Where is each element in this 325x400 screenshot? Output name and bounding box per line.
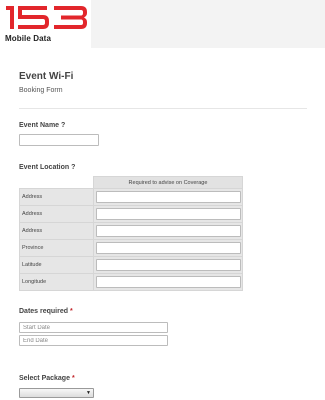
end-date-input[interactable]: [19, 335, 168, 346]
province-input[interactable]: [96, 242, 241, 254]
event-name-label: Event Name ?: [19, 122, 66, 129]
header: Mobile Data: [0, 0, 325, 48]
event-location-label: Event Location ?: [19, 164, 76, 171]
address-1-input[interactable]: [96, 191, 241, 203]
longitude-input[interactable]: [96, 276, 241, 288]
table-row: Province: [19, 239, 243, 257]
dates-required-text: Dates required: [19, 308, 69, 315]
row-label-latitude: Latitude: [19, 256, 94, 274]
required-marker: *: [71, 375, 75, 382]
table-column-header: Required to advise on Coverage: [93, 176, 243, 189]
table-corner: [19, 176, 94, 189]
header-divider: [19, 108, 307, 109]
package-select[interactable]: ▼: [19, 388, 94, 398]
event-location-table: Required to advise on Coverage Address A…: [19, 176, 243, 291]
address-2-input[interactable]: [96, 208, 241, 220]
select-package-label: Select Package *: [19, 375, 75, 382]
logo-153-icon: [6, 6, 87, 29]
logo: Mobile Data: [0, 0, 91, 48]
form-title: Event Wi-Fi: [19, 71, 74, 82]
required-marker: *: [70, 308, 73, 315]
row-label-province: Province: [19, 239, 94, 257]
logo-text: Mobile Data: [5, 34, 51, 43]
row-label-address-2: Address: [19, 205, 94, 223]
form-subtitle: Booking Form: [19, 87, 63, 94]
event-name-input[interactable]: [19, 134, 99, 146]
row-label-address-3: Address: [19, 222, 94, 240]
table-row: Latitude: [19, 256, 243, 274]
table-row: Longitude: [19, 273, 243, 291]
select-package-text: Select Package: [19, 375, 70, 382]
dropdown-arrow-icon: ▼: [86, 390, 91, 396]
table-row: Address: [19, 222, 243, 240]
row-label-address-1: Address: [19, 188, 94, 206]
table-row: Address: [19, 205, 243, 223]
row-label-longitude: Longitude: [19, 273, 94, 291]
dates-required-label: Dates required *: [19, 308, 73, 315]
start-date-input[interactable]: [19, 322, 168, 333]
address-3-input[interactable]: [96, 225, 241, 237]
table-row: Address: [19, 188, 243, 206]
latitude-input[interactable]: [96, 259, 241, 271]
